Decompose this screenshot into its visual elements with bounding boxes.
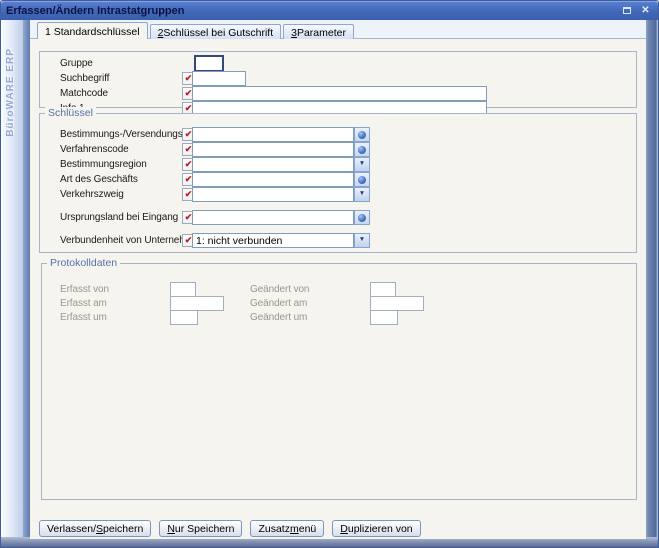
dropdown-button[interactable]: ▼ xyxy=(354,233,370,248)
geaendert-um-input xyxy=(370,310,398,325)
lookup-button[interactable] xyxy=(354,172,370,187)
tab-parameter[interactable]: 3 Parameter xyxy=(283,24,354,39)
field-row: Bestimmungs-/Versendungsland ✔ xyxy=(40,127,636,142)
dropdown-button[interactable]: ▼ xyxy=(354,157,370,172)
tab-row: 1 Standardschlüssel 2 Schlüssel bei Guts… xyxy=(37,22,356,39)
field-row: Ursprungsland bei Eingang ✔ xyxy=(40,210,636,225)
erfasst-am-label: Erfasst am xyxy=(60,298,107,309)
field-row: Verkehrszweig ✔ ▼ xyxy=(40,187,636,202)
sphere-icon xyxy=(358,176,366,184)
suchbegriff-input[interactable] xyxy=(192,71,246,86)
schluessel-group-title: Schlüssel xyxy=(45,107,96,119)
brand-sidebar: BüroWARE ERP xyxy=(1,20,23,537)
action-button-row: Verlassen/Speichern Nur Speichern Zusatz… xyxy=(39,520,421,537)
close-button[interactable]: ✕ xyxy=(638,4,653,17)
erfasst-um-input xyxy=(170,310,198,325)
button-label-post: enü xyxy=(299,523,317,535)
tab-label-post: Schlüssel bei Gutschrift xyxy=(163,27,273,39)
lookup-button[interactable] xyxy=(354,142,370,157)
bestimmungsregion-label: Bestimmungsregion xyxy=(60,159,147,170)
head-groupbox: Gruppe Suchbegriff ✔ Matchcode ✔ Info 1 … xyxy=(39,51,637,108)
bestimmungsregion-input[interactable] xyxy=(192,157,354,172)
field-row: Suchbegriff ✔ xyxy=(40,71,636,86)
geaendert-am-input xyxy=(370,296,424,311)
matchcode-label: Matchcode xyxy=(60,88,108,99)
frame-strip-left xyxy=(23,20,30,537)
field-row: Erfasst um Geändert um xyxy=(42,310,636,325)
zusatzmenu-button[interactable]: Zusatzmenü xyxy=(250,520,324,537)
ursprungsland-input[interactable] xyxy=(192,210,354,225)
field-row: Verfahrenscode ✔ xyxy=(40,142,636,157)
tab-schluessel-bei-gutschrift[interactable]: 2 Schlüssel bei Gutschrift xyxy=(150,24,282,39)
geaendert-von-input xyxy=(370,282,396,297)
button-accel: N xyxy=(167,523,175,535)
frame-strip-right xyxy=(644,20,658,537)
verlassen-speichern-button[interactable]: Verlassen/Speichern xyxy=(39,520,151,537)
field-row: Verbundenheit von Unternehmen ✔ ▼ xyxy=(40,233,636,248)
dialog-content: 1 Standardschlüssel 2 Schlüssel bei Guts… xyxy=(30,20,646,539)
erfasst-von-input xyxy=(170,282,196,297)
button-label: Verlassen/ xyxy=(47,523,96,535)
duplizieren-von-button[interactable]: Duplizieren von xyxy=(332,520,420,537)
field-row: Art des Geschäfts ✔ xyxy=(40,172,636,187)
sphere-icon xyxy=(358,146,366,154)
ursprungsland-label: Ursprungsland bei Eingang xyxy=(60,212,178,223)
chevron-down-icon: ▼ xyxy=(359,237,365,244)
field-row: Erfasst am Geändert am xyxy=(42,296,636,311)
tab-standardschluessel[interactable]: 1 Standardschlüssel xyxy=(37,22,148,39)
erfasst-um-label: Erfasst um xyxy=(60,312,107,323)
geaendert-von-label: Geändert von xyxy=(250,284,309,295)
matchcode-input[interactable] xyxy=(192,86,487,101)
button-label-post: peichern xyxy=(103,523,143,535)
verkehrszweig-input[interactable] xyxy=(192,187,354,202)
geaendert-am-label: Geändert am xyxy=(250,298,307,309)
button-accel: S xyxy=(96,523,103,535)
dialog-window: Erfassen/Ändern Intrastatgruppen ✕ BüroW… xyxy=(0,0,659,548)
button-label-post: uplizieren von xyxy=(348,523,413,535)
verfahrenscode-label: Verfahrenscode xyxy=(60,144,129,155)
tab-label-post: Parameter xyxy=(297,27,346,39)
restore-icon xyxy=(623,7,631,14)
dropdown-button[interactable]: ▼ xyxy=(354,187,370,202)
field-row: Erfasst von Geändert von xyxy=(42,282,636,297)
verbundenheit-select[interactable] xyxy=(192,233,354,248)
button-label-post: ur Speichern xyxy=(175,523,235,535)
verfahrenscode-input[interactable] xyxy=(192,142,354,157)
restore-button[interactable] xyxy=(619,4,634,17)
schluessel-groupbox: Schlüssel Bestimmungs-/Versendungsland ✔… xyxy=(39,113,637,253)
art-des-geschaefts-label: Art des Geschäfts xyxy=(60,174,138,185)
window-title: Erfassen/Ändern Intrastatgruppen xyxy=(6,5,184,17)
chevron-down-icon: ▼ xyxy=(359,161,365,168)
bestimmungsland-input[interactable] xyxy=(192,127,354,142)
field-row: Matchcode ✔ xyxy=(40,86,636,101)
brand-vertical-text: BüroWARE ERP xyxy=(5,48,16,137)
chevron-down-icon: ▼ xyxy=(359,191,365,198)
art-des-geschaefts-input[interactable] xyxy=(192,172,354,187)
bestimmungsland-label: Bestimmungs-/Versendungsland xyxy=(60,129,201,140)
button-accel: D xyxy=(340,523,348,535)
suchbegriff-label: Suchbegriff xyxy=(60,73,109,84)
gruppe-input[interactable] xyxy=(194,55,224,72)
erfasst-von-label: Erfasst von xyxy=(60,284,109,295)
gruppe-label: Gruppe xyxy=(60,58,93,69)
sphere-icon xyxy=(358,214,366,222)
protokolldaten-group-title: Protokolldaten xyxy=(47,257,120,269)
geaendert-um-label: Geändert um xyxy=(250,312,307,323)
erfasst-am-input xyxy=(170,296,224,311)
sphere-icon xyxy=(358,131,366,139)
lookup-button[interactable] xyxy=(354,127,370,142)
button-label: Zusatz xyxy=(258,523,290,535)
title-bar: Erfassen/Ändern Intrastatgruppen ✕ xyxy=(1,1,658,20)
button-accel: m xyxy=(290,523,299,535)
lookup-button[interactable] xyxy=(354,210,370,225)
window-controls: ✕ xyxy=(619,4,653,17)
protokolldaten-groupbox: Protokolldaten Erfasst von Geändert von … xyxy=(41,263,637,500)
tab-label: 1 Standardschlüssel xyxy=(45,26,140,38)
close-icon: ✕ xyxy=(641,6,649,16)
verkehrszweig-label: Verkehrszweig xyxy=(60,189,124,200)
nur-speichern-button[interactable]: Nur Speichern xyxy=(159,520,242,537)
field-row: Bestimmungsregion ✔ ▼ xyxy=(40,157,636,172)
field-row: Gruppe xyxy=(40,56,636,71)
